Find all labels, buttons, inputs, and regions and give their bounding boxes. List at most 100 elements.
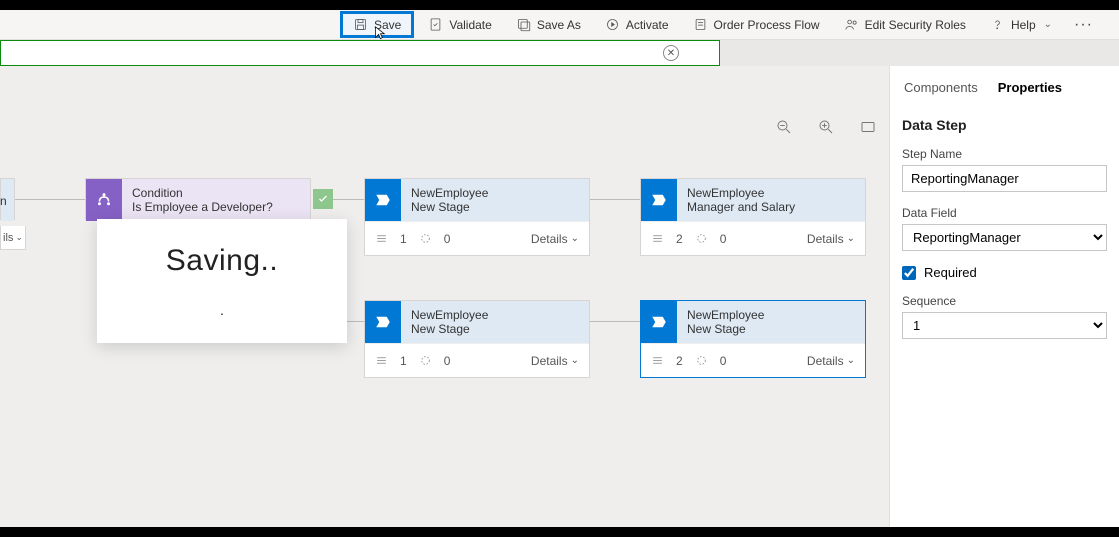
- condition-yes-handle[interactable]: [313, 189, 333, 209]
- stage-entity: NewEmployee: [687, 308, 855, 322]
- required-checkbox[interactable]: [902, 266, 916, 280]
- stage-entity: NewEmployee: [687, 186, 855, 200]
- stage-footer: 1 0 Details⌄: [365, 221, 589, 255]
- save-as-button[interactable]: Save As: [506, 14, 591, 35]
- help-button[interactable]: Help ⌄: [980, 14, 1062, 35]
- canvas-zoom-toolbar: [775, 118, 877, 136]
- check-icon: [317, 193, 329, 205]
- details-toggle-partial[interactable]: ils⌄: [0, 226, 26, 250]
- validate-button[interactable]: Validate: [418, 14, 501, 35]
- security-roles-icon: [844, 17, 859, 32]
- data-field-select[interactable]: ReportingManager: [902, 224, 1107, 251]
- tab-components[interactable]: Components: [904, 80, 978, 101]
- validate-label: Validate: [449, 18, 491, 32]
- order-label: Order Process Flow: [714, 18, 820, 32]
- stage-node-b[interactable]: NewEmployee Manager and Salary 2 0 Detai…: [640, 178, 866, 256]
- command-bar: Save Validate Save As Activate Order Pro…: [0, 10, 1119, 40]
- order-process-flow-button[interactable]: Order Process Flow: [683, 14, 830, 35]
- stage-subtitle-partial: n: [0, 194, 7, 208]
- validate-icon: [428, 17, 443, 32]
- details-label: Details: [531, 354, 568, 368]
- security-label: Edit Security Roles: [865, 18, 966, 32]
- saving-modal: Saving.. .: [97, 219, 347, 343]
- stage-header: NewEmployee Manager and Salary: [677, 179, 865, 221]
- stage-node-c[interactable]: NewEmployee New Stage 1 0 Details⌄: [364, 300, 590, 378]
- details-toggle[interactable]: Details⌄: [807, 354, 855, 368]
- steps-icon: [651, 232, 664, 245]
- triggers-count: 0: [720, 232, 727, 246]
- details-toggle[interactable]: Details⌄: [807, 232, 855, 246]
- help-label: Help: [1011, 18, 1036, 32]
- step-name-input[interactable]: [902, 165, 1107, 192]
- activate-icon: [605, 17, 620, 32]
- step-name-label: Step Name: [902, 147, 1107, 161]
- details-toggle[interactable]: Details⌄: [531, 232, 579, 246]
- edit-security-roles-button[interactable]: Edit Security Roles: [834, 14, 976, 35]
- chevron-down-icon: ⌄: [571, 355, 579, 366]
- steps-count: 2: [676, 354, 683, 368]
- save-button[interactable]: Save: [340, 11, 414, 38]
- stage-icon: [641, 179, 677, 221]
- stage-icon: [641, 301, 677, 343]
- stage-node-a[interactable]: NewEmployee New Stage 1 0 Details⌄: [364, 178, 590, 256]
- triggers-count: 0: [444, 354, 451, 368]
- triggers-count: 0: [444, 232, 451, 246]
- stage-name: New Stage: [411, 322, 579, 336]
- steps-icon: [651, 354, 664, 367]
- zoom-out-icon[interactable]: [775, 118, 793, 136]
- stage-icon: [365, 301, 401, 343]
- message-bar: ✕: [0, 40, 720, 66]
- triggers-icon: [419, 232, 432, 245]
- condition-title: Condition: [132, 186, 300, 200]
- order-icon: [693, 17, 708, 32]
- stage-name: New Stage: [687, 322, 855, 336]
- sequence-label: Sequence: [902, 294, 1107, 308]
- triggers-icon: [695, 232, 708, 245]
- save-icon: [353, 17, 368, 32]
- condition-subtitle: Is Employee a Developer?: [132, 200, 300, 214]
- tab-properties[interactable]: Properties: [998, 80, 1062, 101]
- save-as-icon: [516, 17, 531, 32]
- save-as-label: Save As: [537, 18, 581, 32]
- steps-count: 2: [676, 232, 683, 246]
- details-label-partial: ils: [3, 232, 13, 244]
- chevron-down-icon: ⌄: [15, 232, 23, 243]
- sequence-select[interactable]: 1: [902, 312, 1107, 339]
- properties-panel: Components Properties Data Step Step Nam…: [889, 66, 1119, 527]
- details-label: Details: [807, 232, 844, 246]
- data-field-label: Data Field: [902, 206, 1107, 220]
- saving-text: Saving..: [166, 244, 278, 278]
- details-toggle[interactable]: Details⌄: [531, 354, 579, 368]
- stage-header: NewEmployee New Stage: [677, 301, 865, 343]
- required-label: Required: [924, 265, 977, 280]
- more-commands-button[interactable]: ···: [1066, 16, 1101, 34]
- fit-to-screen-icon[interactable]: [859, 118, 877, 136]
- save-label: Save: [374, 18, 401, 32]
- details-label: Details: [807, 354, 844, 368]
- details-label: Details: [531, 232, 568, 246]
- stage-node-d[interactable]: NewEmployee New Stage 2 0 Details⌄: [640, 300, 866, 378]
- stage-entity: NewEmployee: [411, 186, 579, 200]
- stage-entity: NewEmployee: [411, 308, 579, 322]
- stage-header: NewEmployee New Stage: [401, 301, 589, 343]
- stage-header: NewEmployee New Stage: [401, 179, 589, 221]
- steps-count: 1: [400, 354, 407, 368]
- triggers-icon: [419, 354, 432, 367]
- message-close-button[interactable]: ✕: [663, 45, 679, 61]
- steps-count: 1: [400, 232, 407, 246]
- chevron-down-icon: ⌄: [1044, 19, 1052, 30]
- activate-button[interactable]: Activate: [595, 14, 679, 35]
- chevron-down-icon: ⌄: [847, 355, 855, 366]
- condition-header: Condition Is Employee a Developer?: [122, 179, 310, 221]
- stage-name: New Stage: [411, 200, 579, 214]
- zoom-in-icon[interactable]: [817, 118, 835, 136]
- condition-node[interactable]: Condition Is Employee a Developer?: [85, 178, 311, 220]
- flow-canvas[interactable]: n ils⌄ Condition Is Employee a Developer…: [0, 66, 889, 527]
- chevron-down-icon: ⌄: [847, 233, 855, 244]
- saving-spinner: .: [220, 302, 224, 318]
- stage-name: Manager and Salary: [687, 200, 855, 214]
- chevron-down-icon: ⌄: [571, 233, 579, 244]
- stage-footer: 1 0 Details⌄: [365, 343, 589, 377]
- activate-label: Activate: [626, 18, 669, 32]
- steps-icon: [375, 354, 388, 367]
